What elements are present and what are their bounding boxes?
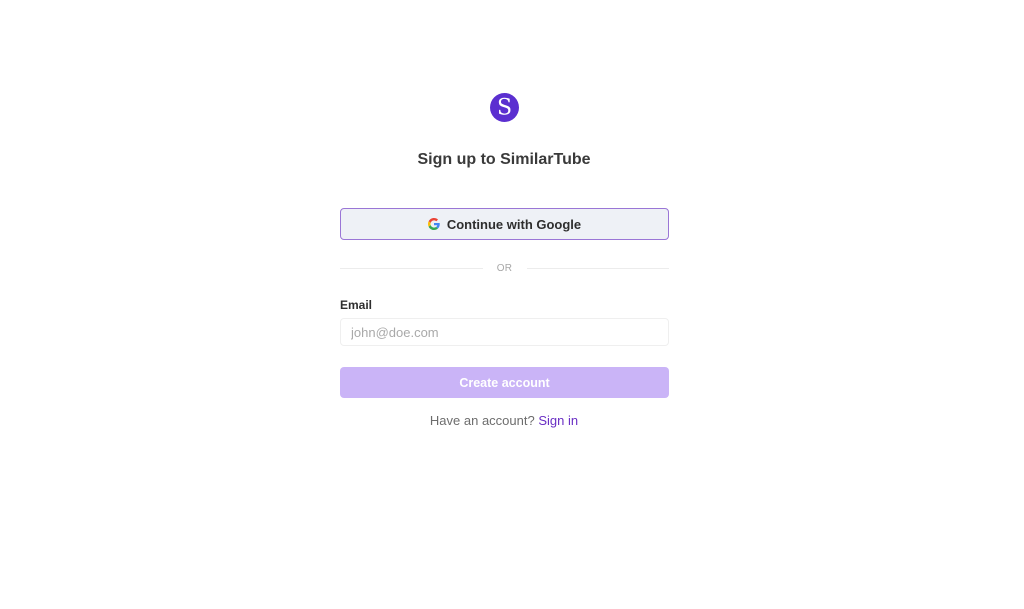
email-label: Email (340, 298, 373, 312)
svg-text:S: S (497, 96, 512, 121)
signin-prompt-text: Have an account? (429, 413, 535, 428)
or-divider: OR (340, 261, 669, 275)
page-title: Sign up to SimilarTube (417, 151, 591, 168)
logo-s-icon: S (497, 96, 512, 121)
sign-in-link[interactable]: Sign in (538, 413, 578, 428)
signup-page: S Sign up to SimilarTube Continue with G… (0, 0, 1024, 609)
email-field[interactable] (340, 318, 669, 346)
continue-with-google-button[interactable]: Continue with Google (340, 208, 669, 240)
google-icon (427, 218, 440, 230)
divider-or-text: OR (496, 262, 513, 274)
divider-line-left (340, 267, 483, 269)
continue-with-google-label: Continue with Google (446, 216, 582, 232)
divider-line-right (526, 267, 669, 269)
create-account-button[interactable]: Create account (340, 367, 669, 398)
brand-logo: S (490, 93, 519, 122)
signin-prompt-row: Have an account? Sign in (0, 413, 1008, 428)
